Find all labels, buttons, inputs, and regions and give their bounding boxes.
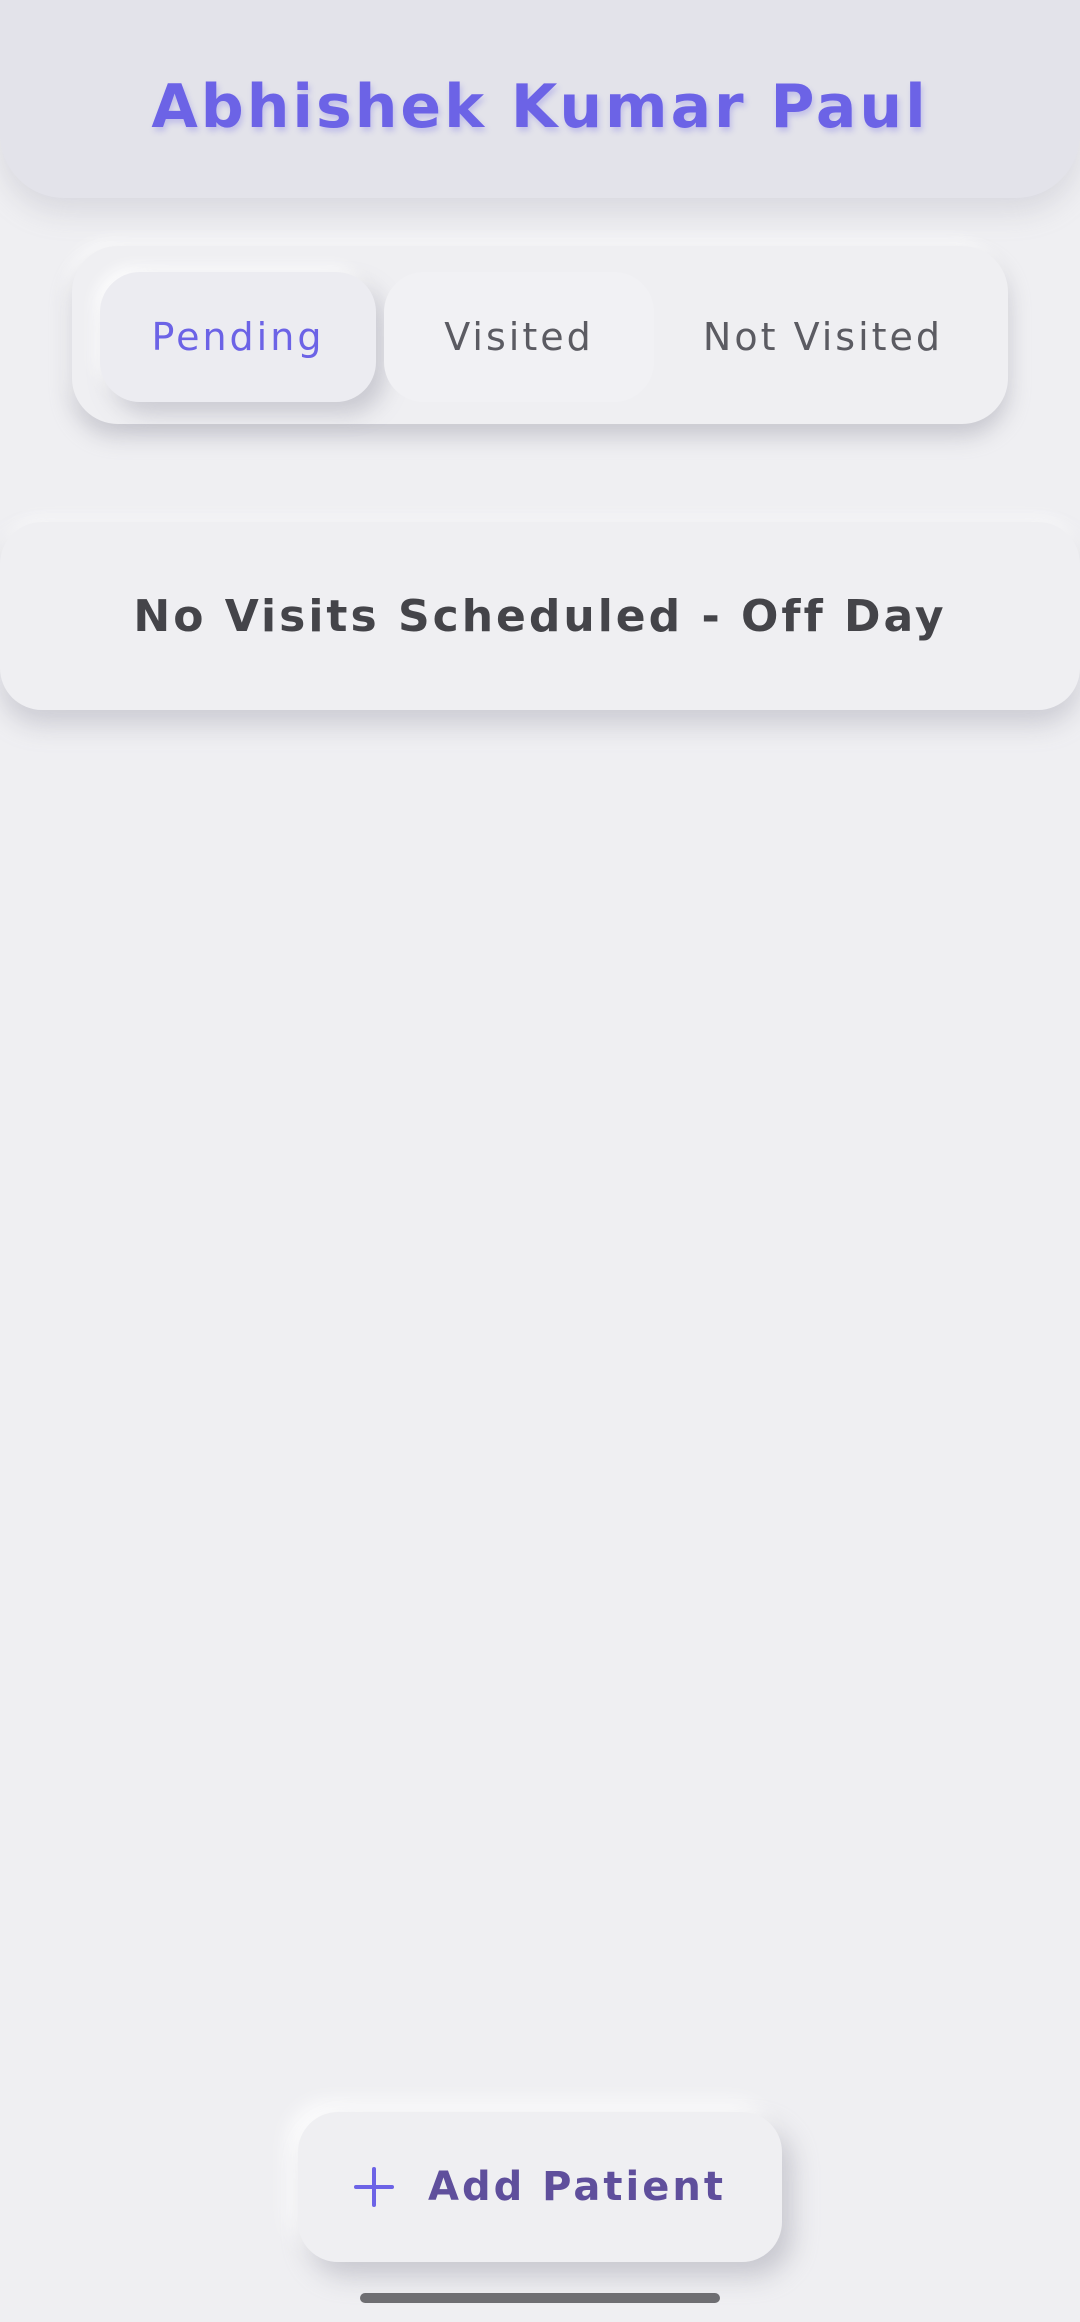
tab-pending[interactable]: Pending [100,272,376,402]
empty-state-card: No Visits Scheduled - Off Day [0,522,1080,710]
tab-visited[interactable]: Visited [384,272,654,402]
empty-state-message: No Visits Scheduled - Off Day [133,590,947,642]
app-header: Abhishek Kumar Paul [0,0,1080,198]
add-patient-button[interactable]: Add Patient [298,2112,782,2262]
add-patient-label: Add Patient [428,2164,726,2210]
page-title: Abhishek Kumar Paul [151,72,929,142]
plus-icon [354,2167,395,2207]
status-tabs: Pending Visited Not Visited [72,246,1008,424]
tab-not-visited[interactable]: Not Visited [662,272,984,402]
home-indicator [360,2293,720,2303]
